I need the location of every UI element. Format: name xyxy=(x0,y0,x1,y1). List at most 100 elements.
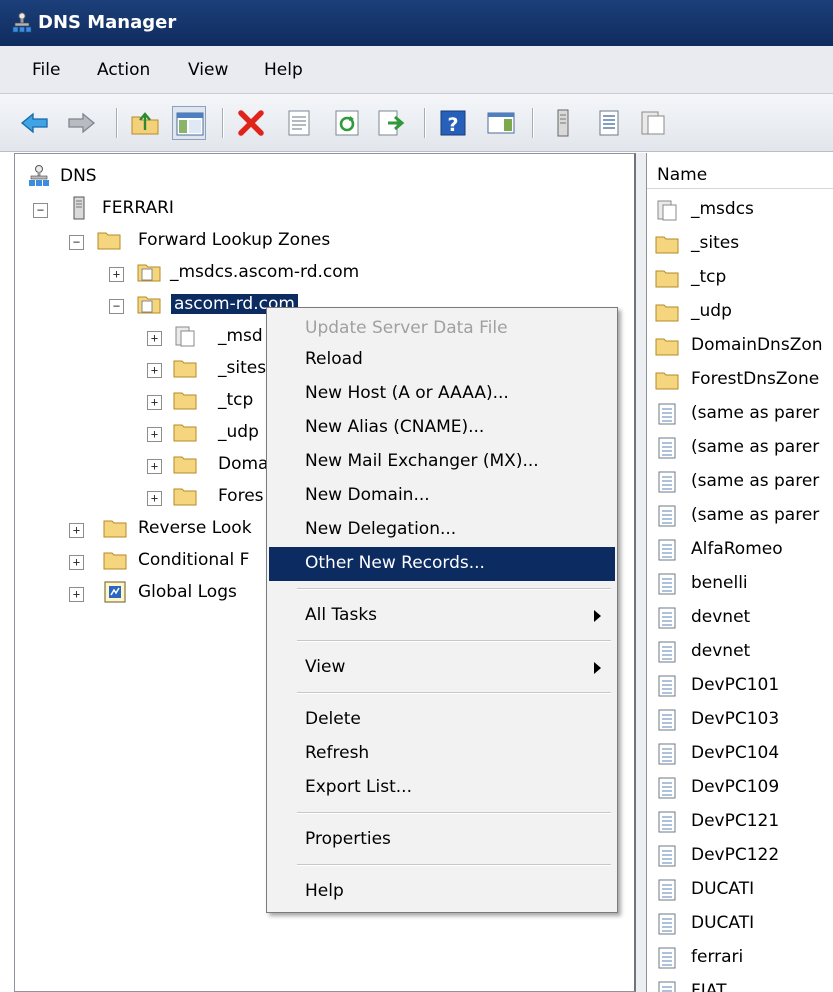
tree-node-forward-lookup-zones[interactable]: − Forward Lookup Zones xyxy=(69,226,409,258)
list-item-label: (same as parer xyxy=(691,403,820,423)
properties-icon xyxy=(288,110,310,136)
menu-item-new-host[interactable]: New Host (A or AAAA)... xyxy=(269,377,615,411)
menu-action[interactable]: Action xyxy=(97,60,150,80)
expand-toggle[interactable]: + xyxy=(69,523,84,538)
zone-view-button[interactable] xyxy=(636,106,670,140)
menu-item-update-server-data-file[interactable]: Update Server Data File xyxy=(269,312,615,346)
list-item[interactable]: _tcp xyxy=(647,261,833,295)
zone-icon xyxy=(641,111,665,135)
list-item[interactable]: DevPC104 xyxy=(647,737,833,771)
expand-toggle[interactable]: + xyxy=(147,331,162,346)
list-item[interactable]: ForestDnsZone xyxy=(647,363,833,397)
tree-node-global-logs[interactable]: + Global Logs xyxy=(69,578,269,610)
menu-item-export-list[interactable]: Export List... xyxy=(269,771,615,805)
menu-item-new-mail-exchanger[interactable]: New Mail Exchanger (MX)... xyxy=(269,445,615,479)
expand-toggle[interactable]: + xyxy=(147,459,162,474)
menu-item-other-new-records[interactable]: Other New Records... xyxy=(269,547,615,581)
menu-item-help[interactable]: Help xyxy=(269,875,615,909)
toolbar-separator xyxy=(532,108,534,138)
list-item-label: DUCATI xyxy=(691,879,755,899)
tree-node-msdcs-zone[interactable]: + _msdcs.ascom-rd.com xyxy=(109,258,429,290)
list-view-button[interactable] xyxy=(592,106,626,140)
expand-toggle[interactable]: + xyxy=(147,427,162,442)
tree-node-child-sites[interactable]: + _sites xyxy=(147,354,277,386)
expand-toggle[interactable]: + xyxy=(69,587,84,602)
list-item[interactable]: _sites xyxy=(647,227,833,261)
menu-item-new-delegation[interactable]: New Delegation... xyxy=(269,513,615,547)
expand-toggle[interactable]: + xyxy=(109,267,124,282)
list-item[interactable]: devnet xyxy=(647,601,833,635)
list-item[interactable]: (same as parer xyxy=(647,465,833,499)
tree-node-conditional-forwarders[interactable]: + Conditional F xyxy=(69,546,269,578)
menu-item-properties[interactable]: Properties xyxy=(269,823,615,857)
menu-view[interactable]: View xyxy=(188,60,228,80)
menu-item-all-tasks[interactable]: All Tasks xyxy=(269,599,615,633)
back-button[interactable] xyxy=(18,106,52,140)
list-item-label: (same as parer xyxy=(691,471,820,491)
list-item[interactable]: DevPC103 xyxy=(647,703,833,737)
list-item[interactable]: DomainDnsZon xyxy=(647,329,833,363)
list-item[interactable]: benelli xyxy=(647,567,833,601)
collapse-toggle[interactable]: − xyxy=(109,299,124,314)
list-item[interactable]: _udp xyxy=(647,295,833,329)
list-item[interactable]: DevPC101 xyxy=(647,669,833,703)
tree-node-server[interactable]: − FERRARI xyxy=(33,194,293,226)
expand-toggle[interactable]: + xyxy=(147,491,162,506)
list-item[interactable]: DevPC122 xyxy=(647,839,833,873)
list-item-label: FIAT xyxy=(691,981,727,992)
menu-help[interactable]: Help xyxy=(264,60,303,80)
tree-node-reverse-lookup-zones[interactable]: + Reverse Look xyxy=(69,514,269,546)
list-item-label: DomainDnsZon xyxy=(691,335,823,355)
properties-button[interactable] xyxy=(282,106,316,140)
menu-file[interactable]: File xyxy=(32,60,60,80)
menu-item-new-alias[interactable]: New Alias (CNAME)... xyxy=(269,411,615,445)
expand-toggle[interactable]: + xyxy=(69,555,84,570)
tree-label: _tcp xyxy=(218,390,254,410)
tree-node-child-tcp[interactable]: + _tcp xyxy=(147,386,277,418)
expand-toggle[interactable]: + xyxy=(147,363,162,378)
results-list-pane[interactable]: Name _msdcs _sites _tcp _udp DomainDnsZon For… xyxy=(646,153,833,992)
tree-node-child-msdcs[interactable]: + _msd xyxy=(147,322,277,354)
pane-splitter[interactable] xyxy=(636,153,646,992)
server-view-button[interactable] xyxy=(546,106,580,140)
tree-node-child-udp[interactable]: + _udp xyxy=(147,418,277,450)
menu-item-new-domain[interactable]: New Domain... xyxy=(269,479,615,513)
list-item[interactable]: (same as parer xyxy=(647,499,833,533)
menu-item-view[interactable]: View xyxy=(269,651,615,685)
tree-node-dns[interactable]: DNS xyxy=(27,162,227,194)
collapse-toggle[interactable]: − xyxy=(69,235,84,250)
delete-icon xyxy=(238,110,264,136)
list-item[interactable]: devnet xyxy=(647,635,833,669)
menu-item-reload[interactable]: Reload xyxy=(269,343,615,377)
folder-icon xyxy=(173,424,197,442)
forward-button[interactable] xyxy=(64,106,98,140)
collapse-toggle[interactable]: − xyxy=(33,203,48,218)
menu-item-refresh[interactable]: Refresh xyxy=(269,737,615,771)
tree-node-child-forestdnszones[interactable]: + Fores xyxy=(147,482,277,514)
delete-button[interactable] xyxy=(234,106,268,140)
export-list-button[interactable] xyxy=(374,106,408,140)
list-item[interactable]: DUCATI xyxy=(647,907,833,941)
context-menu: Update Server Data File Reload New Host … xyxy=(266,307,618,913)
list-item[interactable]: DUCATI xyxy=(647,873,833,907)
list-item[interactable]: (same as parer xyxy=(647,397,833,431)
tree-label: Global Logs xyxy=(138,582,237,602)
expand-toggle[interactable]: + xyxy=(147,395,162,410)
list-item[interactable]: DevPC109 xyxy=(647,771,833,805)
list-item[interactable]: _msdcs xyxy=(647,193,833,227)
list-item[interactable]: (same as parer xyxy=(647,431,833,465)
column-header-name[interactable]: Name xyxy=(647,159,833,189)
tree-node-child-domaindnszones[interactable]: + Doma xyxy=(147,450,277,482)
list-item[interactable]: AlfaRomeo xyxy=(647,533,833,567)
list-item[interactable]: FIAT xyxy=(647,975,833,992)
record-icon xyxy=(658,743,676,765)
refresh-button[interactable] xyxy=(330,106,364,140)
show-hide-tree-button[interactable] xyxy=(172,106,206,140)
menu-item-delete[interactable]: Delete xyxy=(269,703,615,737)
action-pane-button[interactable] xyxy=(484,106,518,140)
list-item[interactable]: DevPC121 xyxy=(647,805,833,839)
up-level-button[interactable] xyxy=(128,106,162,140)
list-item[interactable]: ferrari xyxy=(647,941,833,975)
help-button[interactable]: ? xyxy=(436,106,470,140)
folder-icon xyxy=(655,304,679,322)
